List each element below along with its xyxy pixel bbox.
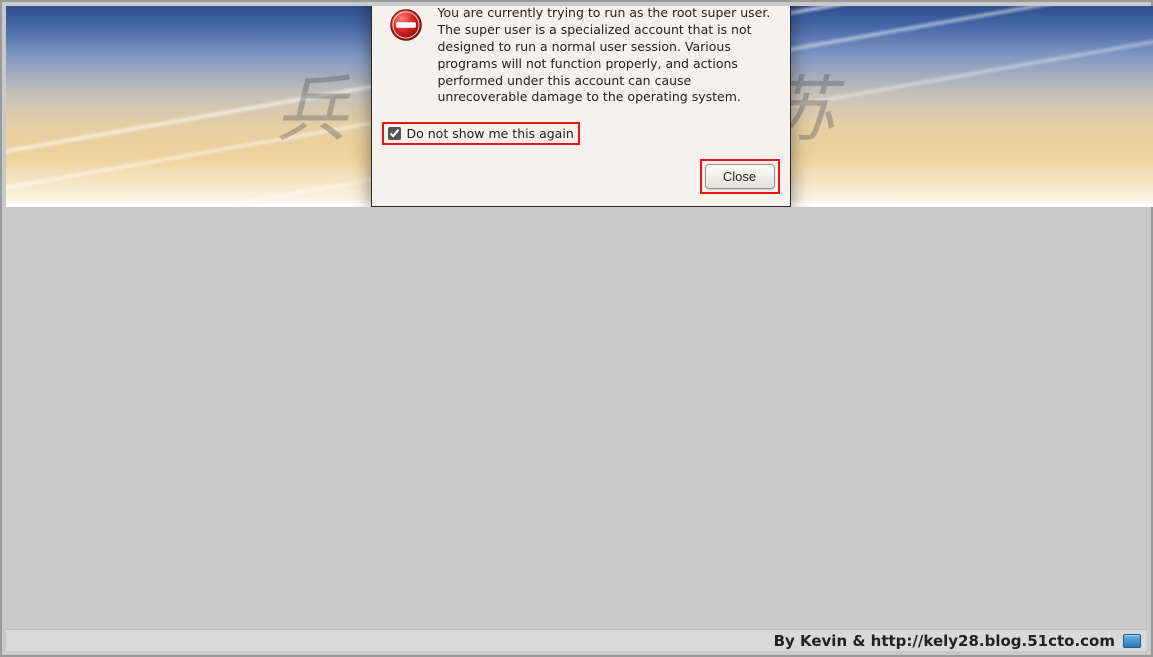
close-button-highlight: Close <box>702 161 778 192</box>
footer-credit-text: By Kevin & http://kely28.blog.51cto.com <box>774 632 1115 650</box>
do-not-show-again-label: Do not show me this again <box>407 126 574 141</box>
error-icon <box>388 7 424 43</box>
do-not-show-again-checkbox[interactable] <box>388 127 401 140</box>
desktop-wallpaper: 兵马俑友苏 × <box>6 6 1153 207</box>
dialog-message: You are currently trying to run as the r… <box>438 6 774 106</box>
warning-dialog: × You are currently tryin <box>371 6 791 207</box>
do-not-show-again-row[interactable]: Do not show me this again <box>384 124 578 143</box>
close-button[interactable]: Close <box>705 164 775 189</box>
dialog-button-row: Close <box>372 143 790 206</box>
tray-monitor-icon <box>1123 634 1141 648</box>
dialog-body: You are currently trying to run as the r… <box>372 6 790 112</box>
footer-bar: By Kevin & http://kely28.blog.51cto.com <box>6 629 1147 651</box>
